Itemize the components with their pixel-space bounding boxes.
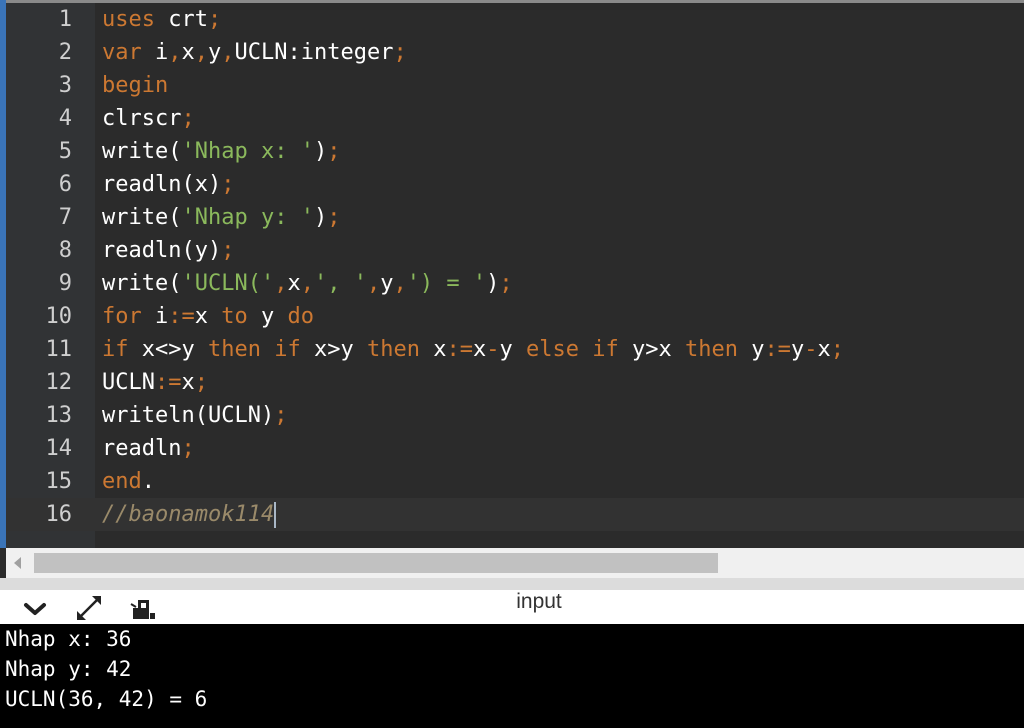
code-line[interactable]: 5 write('Nhap x: ');: [6, 135, 1024, 168]
code-line[interactable]: 7 write('Nhap y: ');: [6, 201, 1024, 234]
code-text[interactable]: write('Nhap x: ');: [102, 135, 340, 168]
code-line[interactable]: 3 begin: [6, 69, 1024, 102]
line-number: 2: [58, 40, 72, 65]
line-number: 9: [58, 271, 72, 296]
line-number: 8: [58, 238, 72, 263]
code-text[interactable]: begin: [102, 69, 168, 102]
code-text[interactable]: if x<>y then if x>y then x:=x-y else if …: [102, 333, 844, 366]
code-line[interactable]: 10 for i:=x to y do: [6, 300, 1024, 333]
code-line[interactable]: 4 clrscr;: [6, 102, 1024, 135]
line-number: 15: [45, 469, 73, 494]
panel-divider[interactable]: [0, 578, 1024, 590]
line-number: 13: [45, 403, 73, 428]
line-number: 1: [58, 7, 72, 32]
line-number: 16: [45, 502, 73, 527]
console-line: Nhap x: 36: [5, 627, 132, 651]
code-text[interactable]: readln(y);: [102, 234, 234, 267]
io-panel-header: input: [0, 590, 1024, 624]
line-number: 14: [45, 436, 73, 461]
line-number: 12: [45, 370, 73, 395]
code-text[interactable]: clrscr;: [102, 102, 195, 135]
code-line[interactable]: 16 //baonamok114: [6, 498, 1024, 531]
code-text[interactable]: for i:=x to y do: [102, 300, 314, 333]
code-text[interactable]: UCLN:=x;: [102, 366, 208, 399]
code-text[interactable]: var i,x,y,UCLN:integer;: [102, 36, 407, 69]
line-number: 4: [58, 106, 72, 131]
code-line[interactable]: 11 if x<>y then if x>y then x:=x-y else i…: [6, 333, 1024, 366]
code-text[interactable]: writeln(UCLN);: [102, 399, 287, 432]
code-text[interactable]: write('Nhap y: ');: [102, 201, 340, 234]
code-line[interactable]: 9 write('UCLN(',x,', ',y,') = ');: [6, 267, 1024, 300]
code-text[interactable]: readln;: [102, 432, 195, 465]
code-line[interactable]: 1 uses crt;: [6, 3, 1024, 36]
code-line[interactable]: 14 readln;: [6, 432, 1024, 465]
code-text[interactable]: readln(x);: [102, 168, 234, 201]
code-line[interactable]: 8 readln(y);: [6, 234, 1024, 267]
code-editor[interactable]: 1 uses crt; 2 var i,x,y,UCLN:integer; 3 begin…: [6, 3, 1024, 548]
code-line[interactable]: 15 end.: [6, 465, 1024, 498]
code-text[interactable]: //baonamok114: [102, 498, 277, 531]
panel-title: input: [516, 590, 562, 613]
code-line[interactable]: 13 writeln(UCLN);: [6, 399, 1024, 432]
code-line[interactable]: 12 UCLN:=x;: [6, 366, 1024, 399]
line-number: 5: [58, 139, 72, 164]
line-number: 11: [45, 337, 73, 362]
console-output[interactable]: Nhap x: 36 Nhap y: 42 UCLN(36, 42) = 6: [0, 624, 1024, 728]
console-line: Nhap y: 42: [5, 657, 132, 681]
code-text[interactable]: uses crt;: [102, 3, 221, 36]
line-number: 6: [58, 172, 72, 197]
text-cursor: [274, 502, 277, 528]
line-number: 10: [45, 304, 73, 329]
code-line[interactable]: 2 var i,x,y,UCLN:integer;: [6, 36, 1024, 69]
horizontal-scrollbar[interactable]: [6, 548, 1024, 578]
line-number: 7: [58, 205, 72, 230]
scrollbar-thumb[interactable]: [34, 553, 718, 573]
line-number: 3: [58, 73, 72, 98]
code-text[interactable]: write('UCLN(',x,', ',y,') = ');: [102, 267, 513, 300]
code-line[interactable]: 6 readln(x);: [6, 168, 1024, 201]
code-text[interactable]: end.: [102, 465, 155, 498]
scroll-left-arrow-icon[interactable]: [14, 557, 21, 569]
console-line: UCLN(36, 42) = 6: [5, 687, 208, 711]
